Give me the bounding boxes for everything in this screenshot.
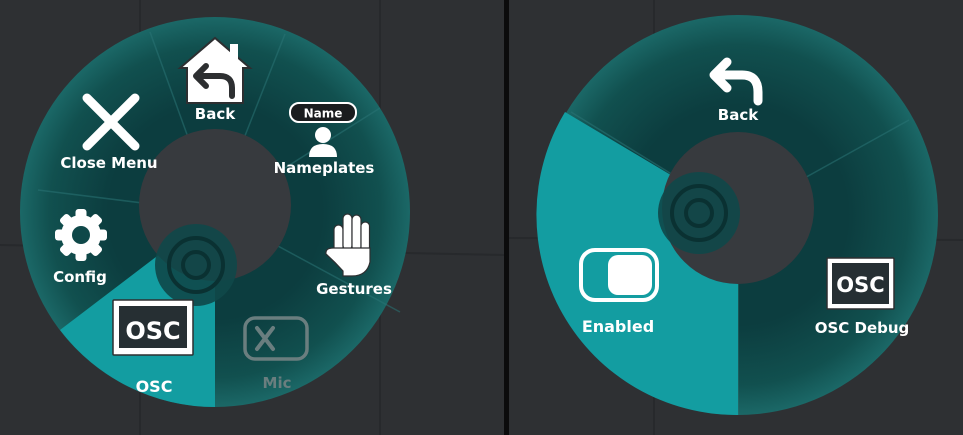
nameplate-tag-text: Name — [304, 107, 343, 121]
config-button[interactable]: Config — [53, 209, 107, 286]
osc-label: OSC — [136, 377, 173, 396]
osc-debug-icon-text: OSC — [836, 273, 884, 297]
osc-debug-icon: OSC — [826, 257, 895, 310]
mic-label: Mic — [263, 374, 292, 392]
left-radial-menu-panel: Back Close Menu Name Nameplates Config G… — [0, 0, 504, 435]
radial-menu-left: Back Close Menu Name Nameplates Config G… — [20, 17, 410, 407]
right-radial-menu-panel: Back Enabled OSC OSC Debug — [509, 0, 963, 435]
close-menu-label: Close Menu — [60, 154, 157, 172]
osc-icon-text: OSC — [125, 317, 180, 345]
osc-icon: OSC — [112, 299, 194, 356]
gear-icon — [55, 209, 107, 261]
gestures-label: Gestures — [316, 280, 392, 298]
nameplates-label: Nameplates — [274, 159, 375, 177]
back-label: Back — [718, 106, 759, 124]
osc-debug-label: OSC Debug — [815, 319, 910, 337]
radial-menu-right: Back Enabled OSC OSC Debug — [536, 15, 938, 416]
config-label: Config — [53, 268, 107, 286]
back-label: Back — [195, 105, 236, 123]
enabled-label: Enabled — [582, 317, 654, 336]
